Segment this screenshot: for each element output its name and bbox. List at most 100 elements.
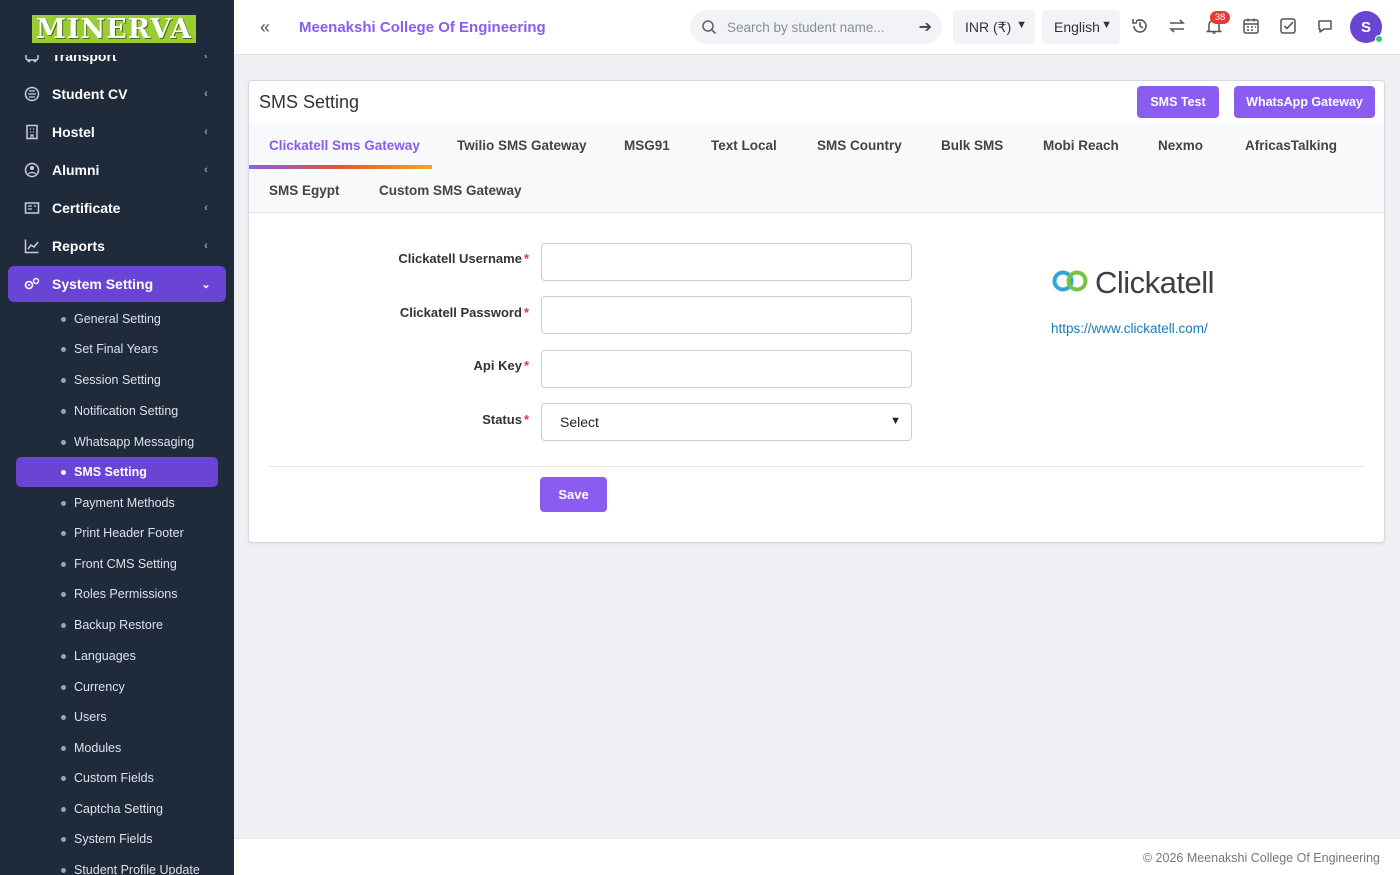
bullet-icon [61,591,66,597]
sidebar-item-reports[interactable]: Reports ‹ [8,228,226,264]
chevron-down-icon: ⌄ [201,278,211,291]
sidebar-subitem[interactable]: Languages [16,641,218,671]
search-input[interactable]: Search by student name... [727,20,919,35]
history-icon[interactable] [1131,17,1151,37]
sidebar-subitem[interactable]: Payment Methods [16,488,218,518]
page-title: SMS Setting [259,92,360,112]
sidebar-subitem[interactable]: Set Final Years [16,334,218,364]
sidebar-subitem[interactable]: Print Header Footer [16,518,218,548]
sidebar-item-certificate[interactable]: Certificate ‹ [8,190,226,226]
sidebar-subitem-label: Backup Restore [74,618,163,632]
chat-icon[interactable] [1316,17,1336,37]
logo[interactable]: MINERVA [0,0,234,55]
sms-test-button[interactable]: SMS Test [1137,86,1219,118]
chevron-left-icon: ‹ [204,164,208,176]
apikey-label-text: Api Key [473,358,522,373]
clickatell-link[interactable]: https://www.clickatell.com/ [1051,321,1208,336]
bullet-icon [61,867,66,873]
chevron-down-icon: ▼ [890,415,901,427]
collapse-sidebar-icon[interactable]: « [260,17,270,38]
sidebar-subitem[interactable]: Notification Setting [16,396,218,426]
sidebar-subitem-sms-setting[interactable]: SMS Setting [16,457,218,487]
sidebar-subitem[interactable]: General Setting [16,304,218,334]
clickatell-password-input[interactable] [541,296,912,334]
clickatell-username-input[interactable] [541,243,912,281]
sidebar-subitem[interactable]: Captcha Setting [16,794,218,824]
sidebar-item-hostel[interactable]: Hostel ‹ [8,114,226,150]
logo-box: MINERVA [32,14,196,45]
sidebar-subitem[interactable]: Student Profile Update [16,855,218,875]
currency-select[interactable]: INR (₹) ▼ [953,10,1035,44]
tab-clickatell[interactable]: Clickatell Sms Gateway [249,123,440,167]
sidebar-subitem[interactable]: Backup Restore [16,610,218,640]
whatsapp-gateway-button[interactable]: WhatsApp Gateway [1234,86,1375,118]
sidebar-subitem[interactable]: Currency [16,672,218,702]
sidebar-item-student-cv[interactable]: Student CV ‹ [8,76,226,112]
tab-sms-country[interactable]: SMS Country [797,123,922,167]
password-label-text: Clickatell Password [399,305,522,320]
chart-line-icon [22,236,42,256]
chevron-down-icon: ▼ [1101,19,1112,31]
bullet-icon [61,714,66,720]
sidebar-subitem-label: Languages [74,649,136,663]
sidebar-subitem-label: Users [74,710,107,724]
bullet-icon [61,836,66,842]
required-mark: * [523,412,529,427]
sidebar-subitem[interactable]: Roles Permissions [16,579,218,609]
bullet-icon [61,346,66,352]
bullet-icon [61,500,66,506]
tab-msg91[interactable]: MSG91 [604,123,690,167]
arrow-right-icon[interactable]: ➔ [919,17,932,37]
sidebar-subitem-label: Front CMS Setting [74,557,177,571]
search-bar[interactable]: Search by student name... ➔ [690,10,942,44]
sidebar-subitem[interactable]: Users [16,702,218,732]
sidebar-subitem-label: Modules [74,741,122,755]
tab-nexmo[interactable]: Nexmo [1138,123,1223,167]
school-name[interactable]: Meenakshi College Of Engineering [299,19,546,36]
api-key-input[interactable] [541,350,912,388]
sidebar-subitem[interactable]: Modules [16,733,218,763]
tab-custom-sms[interactable]: Custom SMS Gateway [359,168,542,212]
top-header: « Meenakshi College Of Engineering Searc… [234,0,1400,55]
certificate-icon [22,198,42,218]
sidebar-subitem-label: General Setting [74,312,161,326]
sidebar-subitem[interactable]: Whatsapp Messaging [16,427,218,457]
switch-icon[interactable] [1168,17,1188,37]
sidebar-subitem[interactable]: System Fields [16,824,218,854]
tab-sms-egypt[interactable]: SMS Egypt [249,168,360,212]
bullet-icon [61,684,66,690]
sidebar-subitem-label: SMS Setting [74,465,147,479]
tab-africastalking[interactable]: AfricasTalking [1225,123,1357,167]
sidebar-subitem[interactable]: Front CMS Setting [16,549,218,579]
avatar[interactable]: S [1350,11,1383,43]
sidebar-item-system-setting[interactable]: System Setting ⌄ [8,266,226,302]
sidebar-subitem[interactable]: Session Setting [16,365,218,395]
form-divider [269,466,1364,467]
tab-twilio[interactable]: Twilio SMS Gateway [437,123,607,167]
active-tab-indicator [249,165,432,169]
sidebar-item-alumni[interactable]: Alumni ‹ [8,152,226,188]
save-button[interactable]: Save [540,477,607,512]
sidebar-subitem-label: Roles Permissions [74,587,178,601]
bullet-icon [61,377,66,383]
sidebar-subitem-label: Whatsapp Messaging [74,435,195,449]
bullet-icon [61,408,66,414]
clickatell-rings-icon [1051,268,1089,299]
bullet-icon [61,653,66,659]
status-select-value: Select [560,414,599,430]
username-label: Clickatell Username * [249,251,529,266]
clickatell-logo: Clickatell [1051,265,1215,301]
tab-mobi-reach[interactable]: Mobi Reach [1023,123,1139,167]
currency-value: INR (₹) [965,18,1012,35]
sidebar-subitem-label: Captcha Setting [74,802,163,816]
calendar-icon[interactable] [1242,17,1262,37]
sidebar-subitem[interactable]: Custom Fields [16,763,218,793]
sidebar-item-label: Certificate [52,200,121,216]
tab-bulk-sms[interactable]: Bulk SMS [921,123,1023,167]
status-select[interactable]: Select ▼ [541,403,912,441]
tab-text-local[interactable]: Text Local [691,123,797,167]
username-label-text: Clickatell Username [398,251,522,266]
language-select[interactable]: English ▼ [1042,10,1120,44]
task-check-icon[interactable] [1279,17,1299,37]
chevron-left-icon: ‹ [204,240,208,252]
